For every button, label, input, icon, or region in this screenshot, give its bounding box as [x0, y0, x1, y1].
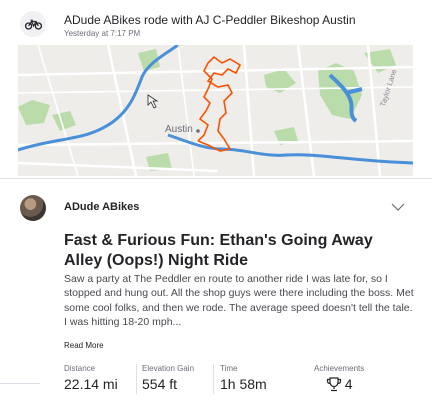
stat-value: 1h 58m [220, 376, 267, 392]
stat-value: 22.14 mi [64, 376, 118, 392]
activity-timestamp: Yesterday at 7:17 PM [64, 29, 141, 38]
chevron-down-icon[interactable] [391, 199, 405, 211]
section-divider [0, 178, 432, 179]
stat-label: Distance [64, 364, 96, 373]
stat-elevation: Elevation Gain 554 ft [142, 364, 194, 392]
activity-description: Saw a party at The Peddler en route to a… [64, 273, 414, 328]
athlete-name[interactable]: ADude ABikes [64, 201, 139, 213]
stat-divider [136, 364, 137, 394]
stat-label: Time [220, 364, 238, 373]
stat-time: Time 1h 58m [220, 364, 267, 392]
stat-distance: Distance 22.14 mi [64, 364, 118, 392]
athlete-avatar[interactable] [20, 195, 46, 221]
stat-value: 554 ft [142, 376, 178, 392]
bottom-divider [0, 383, 40, 384]
stat-divider [213, 364, 214, 394]
stat-label: Elevation Gain [142, 364, 195, 373]
group-activity-title[interactable]: ADude ABikes rode with AJ C-Peddler Bike… [64, 13, 356, 27]
trophy-icon [326, 376, 342, 395]
route-map[interactable]: Austin Taylor Lane [18, 45, 413, 176]
stat-achievements[interactable]: Achievements 4 [314, 364, 364, 395]
activity-title[interactable]: Fast & Furious Fun: Ethan's Going Away A… [64, 231, 404, 271]
city-marker [196, 129, 200, 133]
read-more-link[interactable]: Read More [64, 341, 104, 350]
group-activity-header: ADude ABikes rode with AJ C-Peddler Bike… [0, 0, 432, 45]
achievements-value-row: 4 [314, 376, 364, 395]
achievements-count: 4 [344, 376, 353, 393]
city-label: Austin [165, 124, 193, 135]
stat-label: Achievements [314, 364, 365, 373]
bike-icon [20, 11, 46, 37]
